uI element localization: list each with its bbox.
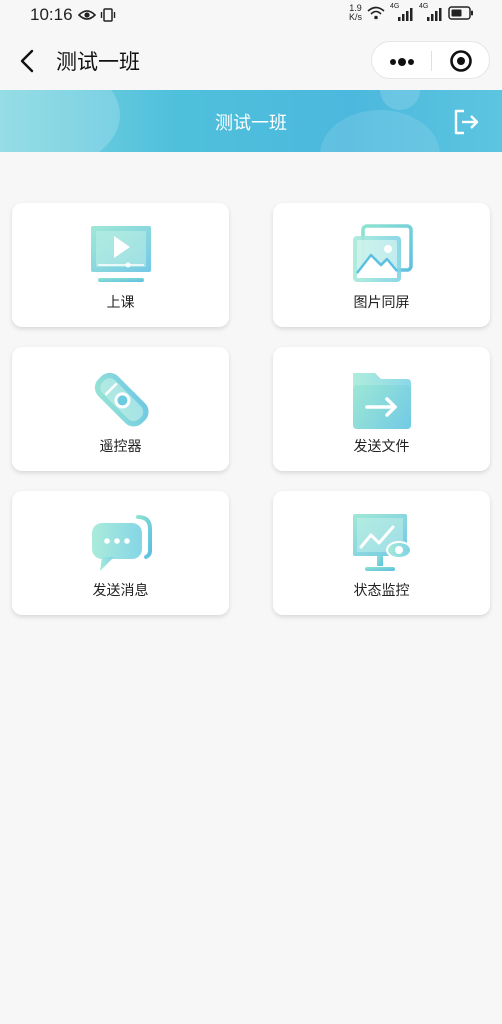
status-right-icons: 1.9 K/s 4G 4G (349, 3, 474, 22)
capsule-divider (431, 51, 432, 71)
card-remote-control[interactable]: 遥控器 (12, 347, 229, 471)
more-button[interactable] (386, 54, 418, 68)
card-label: 图片同屏 (353, 295, 410, 311)
signal-group-2: 4G (419, 3, 443, 21)
monitor-eye-icon (353, 514, 412, 571)
banner-title: 测试一班 (215, 113, 287, 134)
remote-control-icon (94, 372, 149, 427)
header-banner: 测试一班 (0, 90, 502, 152)
signal-icon (427, 8, 442, 21)
page-title: 测试一班 (56, 50, 140, 74)
logout-icon (454, 109, 479, 135)
battery-icon (448, 6, 473, 20)
signal-group-1: 4G (390, 3, 414, 21)
logout-button[interactable] (452, 108, 480, 136)
card-send-message[interactable]: 发送消息 (12, 491, 229, 615)
card-start-class[interactable]: 上课 (12, 203, 229, 327)
status-bar: 10:16 1.9 K/s 4G 4G (0, 0, 502, 32)
network-speed: 1.9 K/s (349, 4, 362, 22)
wifi-icon (367, 6, 385, 20)
card-label: 上课 (106, 295, 135, 311)
close-miniprogram-button[interactable] (449, 49, 473, 73)
signal-icon (398, 8, 413, 21)
status-left-icons (78, 8, 116, 22)
miniprogram-capsule (371, 41, 490, 79)
card-send-file[interactable]: 发送文件 (273, 347, 490, 471)
card-image-share[interactable]: 图片同屏 (273, 203, 490, 327)
card-label: 发送文件 (353, 439, 410, 455)
card-label: 遥控器 (99, 439, 142, 455)
video-play-icon (91, 226, 151, 282)
eye-icon (78, 10, 96, 20)
card-label: 状态监控 (353, 583, 410, 599)
back-button[interactable] (14, 46, 42, 76)
vibrate-icon (100, 8, 116, 22)
more-dots-icon (390, 58, 414, 66)
image-gallery-icon (353, 224, 413, 282)
nav-bar: 测试一班 (0, 32, 502, 90)
banner-decoration (380, 90, 420, 110)
target-close-icon (450, 50, 472, 72)
card-label: 发送消息 (92, 583, 149, 599)
folder-send-icon (353, 373, 411, 429)
chat-message-icon (92, 515, 152, 571)
status-time: 10:16 (30, 5, 73, 24)
card-status-monitor[interactable]: 状态监控 (273, 491, 490, 615)
speed-unit: K/s (348, 12, 362, 22)
chevron-left-icon (20, 49, 34, 73)
